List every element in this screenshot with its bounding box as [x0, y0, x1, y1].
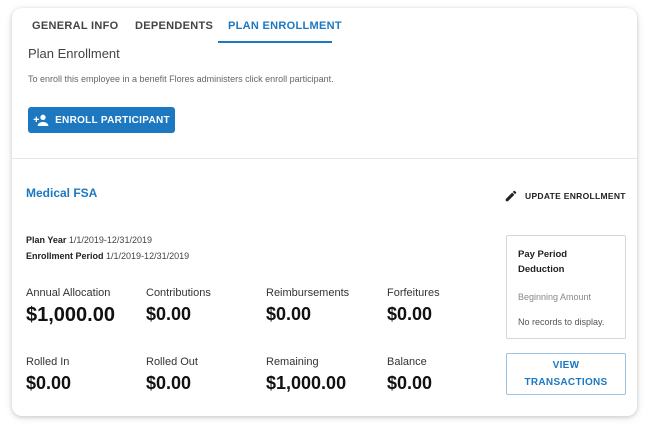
plan-name: Medical FSA	[26, 186, 98, 200]
stat-value: $1,000.00	[266, 373, 347, 393]
stat-rolled-out: Rolled Out $0.00	[146, 356, 198, 394]
beginning-amount-label: Beginning Amount	[518, 292, 592, 302]
tab-general-info[interactable]: GENERAL INFO	[32, 20, 119, 32]
view-transactions-label-line2: TRANSACTIONS	[524, 377, 608, 388]
pay-period-deduction-panel: Pay Period Deduction Beginning Amount No…	[506, 235, 626, 339]
stat-contributions: Contributions $0.00	[146, 287, 211, 325]
stat-label: Remaining	[266, 356, 319, 368]
stat-label: Forfeitures	[387, 287, 440, 299]
stat-label: Rolled In	[26, 356, 70, 368]
tab-bar: GENERAL INFO DEPENDENTS PLAN ENROLLMENT	[12, 8, 637, 44]
view-transactions-label-line1: VIEW	[552, 360, 580, 371]
plan-year-label: Plan Year	[26, 235, 67, 245]
enrollment-period: Enrollment Period 1/1/2019-12/31/2019	[26, 251, 189, 261]
enroll-participant-button[interactable]: ENROLL PARTICIPANT	[28, 107, 175, 133]
stat-label: Reimbursements	[266, 287, 350, 299]
stat-label: Annual Allocation	[26, 287, 111, 299]
add-person-icon	[33, 114, 49, 126]
update-enrollment-label: UPDATE ENROLLMENT	[525, 191, 626, 201]
stat-value: $0.00	[266, 304, 312, 324]
stat-label: Contributions	[146, 287, 211, 299]
plan-year-value: 1/1/2019-12/31/2019	[68, 235, 152, 245]
plan-enrollment-card: GENERAL INFO DEPENDENTS PLAN ENROLLMENT …	[12, 8, 637, 416]
stat-value: $0.00	[387, 373, 433, 393]
stat-remaining: Remaining $1,000.00	[266, 356, 346, 394]
enroll-participant-label: ENROLL PARTICIPANT	[55, 114, 170, 126]
stat-value: $0.00	[26, 373, 72, 393]
plan-year: Plan Year 1/1/2019-12/31/2019	[26, 235, 152, 245]
divider	[12, 158, 637, 159]
stat-annual-allocation: Annual Allocation $1,000.00	[26, 287, 115, 327]
view-transactions-button[interactable]: VIEW TRANSACTIONS	[506, 353, 626, 395]
section-title: Plan Enrollment	[28, 46, 120, 61]
stat-value: $0.00	[146, 304, 192, 324]
update-enrollment-button[interactable]: UPDATE ENROLLMENT	[504, 189, 626, 203]
stat-value: $0.00	[146, 373, 192, 393]
active-tab-indicator	[218, 41, 332, 43]
tab-plan-enrollment[interactable]: PLAN ENROLLMENT	[228, 20, 342, 32]
pencil-icon	[505, 190, 517, 202]
stat-value: $0.00	[387, 304, 433, 324]
stat-label: Rolled Out	[146, 356, 198, 368]
stat-value: $1,000.00	[26, 304, 115, 326]
no-records-text: No records to display.	[518, 317, 605, 327]
tab-dependents[interactable]: DEPENDENTS	[135, 20, 213, 32]
stat-label: Balance	[387, 356, 427, 368]
stat-balance: Balance $0.00	[387, 356, 432, 394]
enrollment-period-value: 1/1/2019-12/31/2019	[106, 251, 190, 261]
stat-forfeitures: Forfeitures $0.00	[387, 287, 440, 325]
enrollment-period-label: Enrollment Period	[26, 251, 104, 261]
stat-rolled-in: Rolled In $0.00	[26, 356, 71, 394]
section-description: To enroll this employee in a benefit Flo…	[28, 74, 334, 84]
stat-reimbursements: Reimbursements $0.00	[266, 287, 349, 325]
pay-period-title: Pay Period Deduction	[518, 249, 568, 275]
